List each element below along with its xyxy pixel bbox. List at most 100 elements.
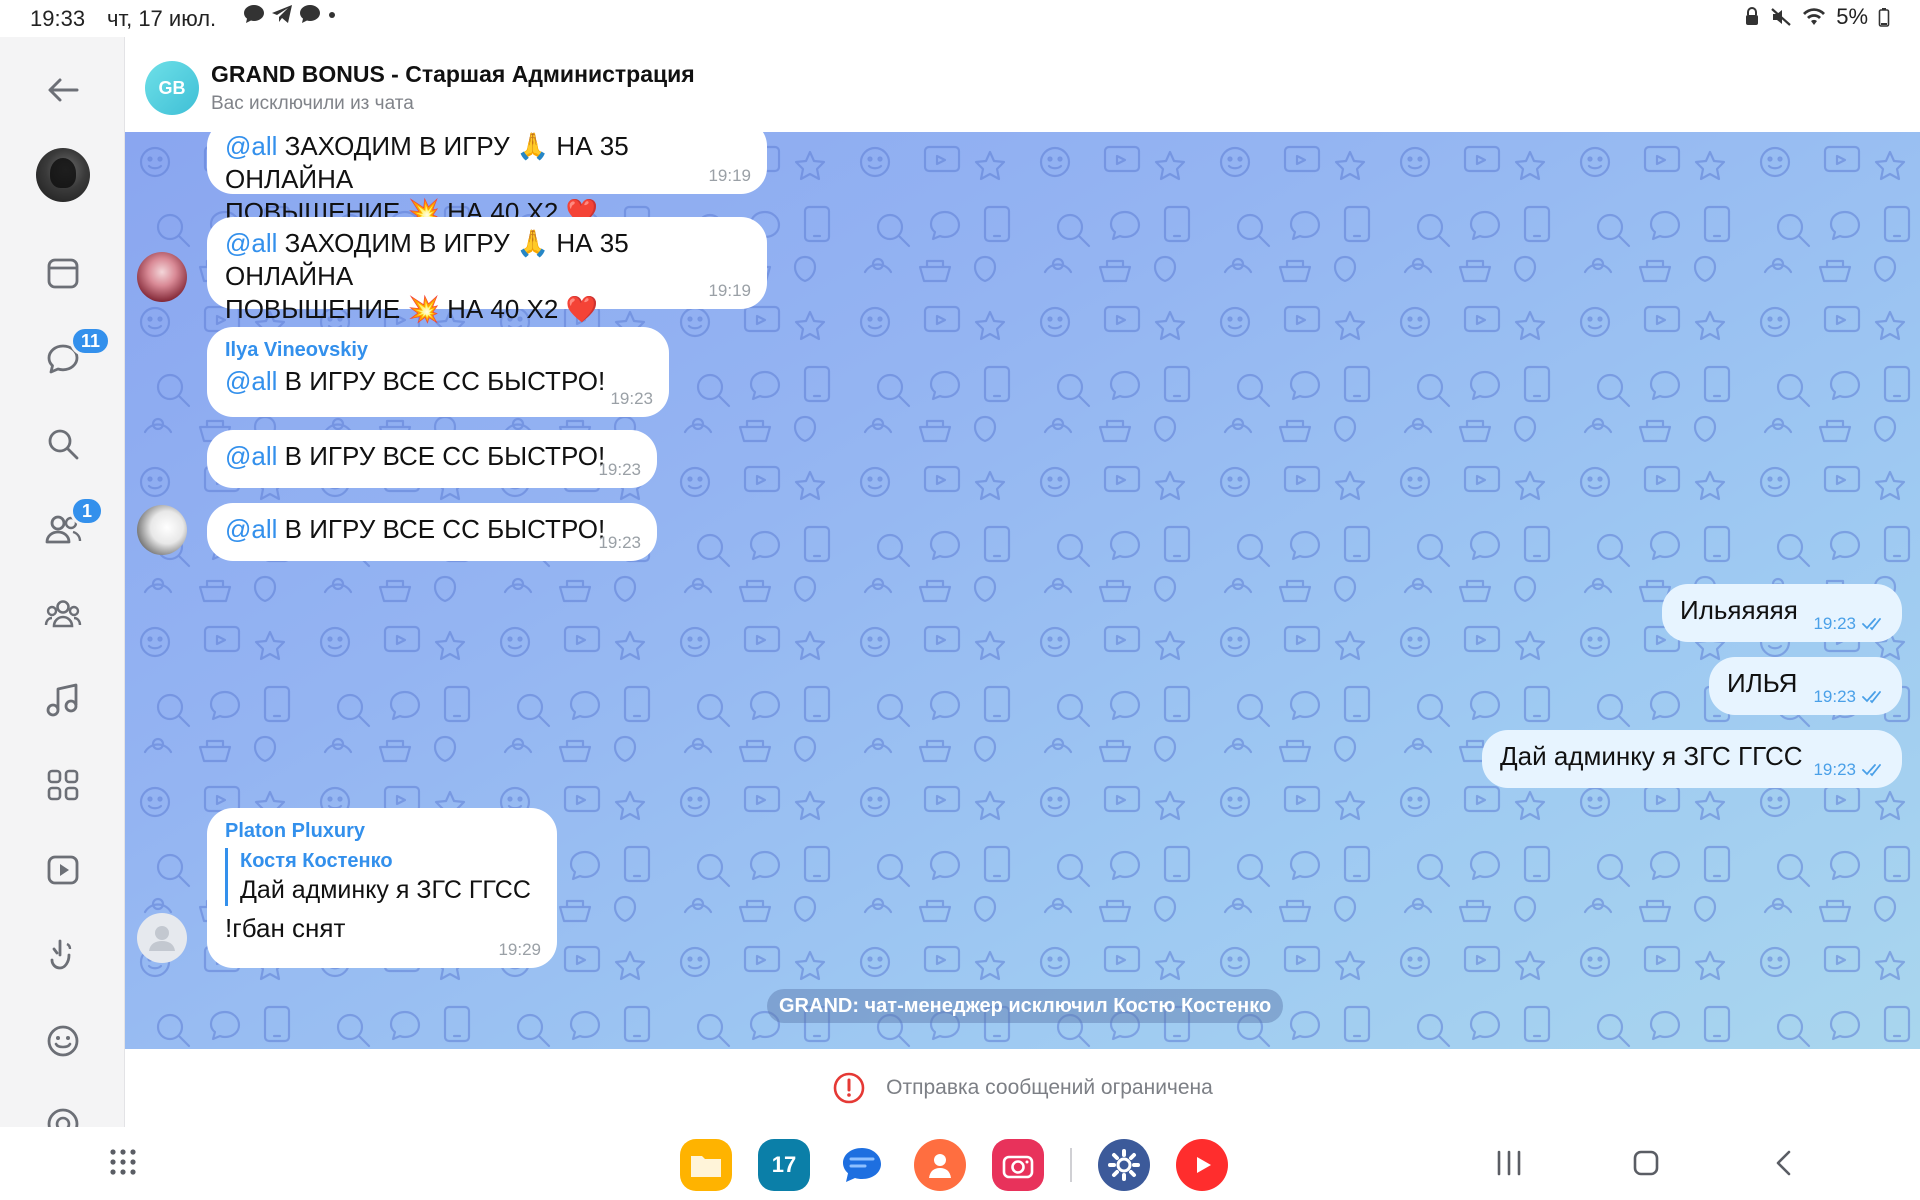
back-arrow-icon bbox=[48, 78, 79, 102]
message-time: 19:23 bbox=[598, 460, 641, 479]
message-time: 19:19 bbox=[708, 166, 751, 185]
message-time: 19:23 bbox=[610, 389, 653, 408]
double-check-icon bbox=[1862, 764, 1881, 777]
message-bubble[interactable]: @all В ИГРУ ВСЕ СС БЫСТРО! 19:23 bbox=[207, 430, 657, 488]
rail-search-button[interactable] bbox=[36, 417, 90, 471]
mention-link[interactable]: @all bbox=[225, 228, 277, 258]
sender-avatar[interactable] bbox=[137, 252, 187, 302]
groups-icon bbox=[44, 600, 82, 628]
emoji-icon bbox=[47, 1025, 79, 1057]
mention-link[interactable]: @all bbox=[225, 132, 277, 161]
message-time: 19:23 bbox=[1813, 614, 1856, 633]
rail-apps-button[interactable] bbox=[36, 758, 90, 812]
lock-icon bbox=[1746, 7, 1759, 25]
message-list[interactable]: @all ЗАХОДИМ В ИГРУ 🙏 НА 35 ОНЛАЙНА ПОВЫ… bbox=[125, 132, 1920, 1049]
chat-subtitle: Вас исключили из чата bbox=[211, 93, 414, 114]
navigation-rail: 11 1 bbox=[0, 37, 125, 1140]
message-bubble-outgoing[interactable]: ИЛЬЯ 19:23 bbox=[1709, 657, 1902, 715]
search-icon bbox=[48, 429, 79, 460]
reply-text: Дай админку я ЗГС ГГСС bbox=[240, 876, 531, 904]
files-app-icon[interactable] bbox=[680, 1139, 732, 1191]
message-text: !гбан снят bbox=[225, 913, 346, 943]
message-text: @all ЗАХОДИМ В ИГРУ 🙏 НА 35 ОНЛАЙНА bbox=[225, 228, 629, 291]
saved-messages-icon bbox=[47, 258, 79, 289]
sender-name[interactable]: Platon Pluxury bbox=[225, 818, 539, 844]
message-bubble-outgoing[interactable]: Дай админку я ЗГС ГГСС 19:23 bbox=[1482, 730, 1902, 788]
contacts-badge: 1 bbox=[70, 496, 104, 526]
recents-button[interactable] bbox=[1494, 1149, 1524, 1177]
mention-link[interactable]: @all bbox=[225, 441, 277, 471]
mention-link[interactable]: @all bbox=[225, 514, 277, 544]
message-bubble[interactable]: @all В ИГРУ ВСЕ СС БЫСТРО! 19:23 bbox=[207, 503, 657, 561]
rail-video-button[interactable] bbox=[36, 843, 90, 897]
battery-percent: 5% bbox=[1836, 4, 1868, 29]
message-time: 19:29 bbox=[498, 940, 541, 959]
rail-groups-button[interactable] bbox=[36, 587, 90, 641]
rail-music-button[interactable] bbox=[36, 673, 90, 727]
message-text: @all В ИГРУ ВСЕ СС БЫСТРО! bbox=[225, 514, 606, 544]
app-drawer-icon[interactable] bbox=[108, 1147, 138, 1177]
rail-emoji-button[interactable] bbox=[36, 1014, 90, 1068]
message-text: @all В ИГРУ ВСЕ СС БЫСТРО! bbox=[225, 441, 606, 471]
message-status: 19:23 bbox=[1813, 760, 1884, 780]
profile-avatar[interactable] bbox=[36, 148, 90, 202]
dock-separator bbox=[1070, 1148, 1072, 1182]
message-bubble-icon bbox=[300, 5, 320, 23]
chat-header[interactable]: GB GRAND BONUS - Старшая Администрация В… bbox=[125, 37, 1920, 132]
mention-link[interactable]: @all bbox=[225, 366, 277, 396]
back-nav-button[interactable] bbox=[1770, 1149, 1800, 1177]
settings-app-icon[interactable] bbox=[1098, 1139, 1150, 1191]
message-status: 19:23 bbox=[1813, 614, 1884, 634]
restricted-text: Отправка сообщений ограничена bbox=[886, 1076, 1213, 1099]
rail-touch-button[interactable] bbox=[36, 928, 90, 982]
message-text: @all ЗАХОДИМ В ИГРУ 🙏 НА 35 ОНЛАЙНА bbox=[225, 132, 629, 194]
message-bubble-outgoing[interactable]: Ильяяяяя 19:23 bbox=[1662, 584, 1902, 642]
double-check-icon bbox=[1862, 618, 1881, 631]
apps-icon bbox=[47, 769, 79, 801]
sender-name[interactable]: Ilya Vineovskiy bbox=[225, 337, 651, 363]
sender-avatar[interactable] bbox=[137, 913, 187, 963]
message-bubble[interactable]: @all ЗАХОДИМ В ИГРУ 🙏 НА 35 ОНЛАЙНА ПОВЫ… bbox=[207, 217, 767, 324]
message-time: 19:19 bbox=[708, 281, 751, 300]
youtube-app-icon[interactable] bbox=[1176, 1139, 1228, 1191]
warning-icon bbox=[833, 1072, 865, 1104]
composer-restricted-bar: Отправка сообщений ограничена bbox=[125, 1049, 1920, 1127]
touch-icon bbox=[50, 939, 72, 970]
battery-icon bbox=[1878, 8, 1890, 27]
calendar-day: 17 bbox=[771, 1152, 797, 1177]
telegram-icon bbox=[272, 5, 292, 23]
message-bubble[interactable]: @all ЗАХОДИМ В ИГРУ 🙏 НА 35 ОНЛАЙНА ПОВЫ… bbox=[207, 132, 767, 227]
rail-contacts-button[interactable]: 1 bbox=[36, 496, 104, 556]
home-button[interactable] bbox=[1631, 1149, 1661, 1177]
reply-quote[interactable]: Костя Костенко Дай админку я ЗГС ГГСС bbox=[225, 848, 539, 906]
service-message: GRAND: чат-менеджер исключил Костю Косте… bbox=[767, 989, 1284, 1023]
more-dot-icon bbox=[329, 12, 335, 18]
message-bubble[interactable]: Ilya Vineovskiy @all В ИГРУ ВСЕ СС БЫСТР… bbox=[207, 327, 669, 417]
contacts-app-icon[interactable] bbox=[914, 1139, 966, 1191]
message-text-line: ПОВЫШЕНИЕ 💥 НА 40 Х2 ❤️ bbox=[225, 294, 598, 324]
message-bubble[interactable]: Platon Pluxury Костя Костенко Дай админк… bbox=[207, 808, 557, 968]
status-bar: 19:33 чт, 17 июл. 5% bbox=[0, 0, 1920, 37]
message-text: @all В ИГРУ ВСЕ СС БЫСТРО! bbox=[225, 366, 606, 396]
status-time: 19:33 bbox=[30, 6, 86, 31]
group-avatar[interactable]: GB bbox=[145, 61, 199, 115]
message-time: 19:23 bbox=[1813, 760, 1856, 779]
rail-saved-button[interactable] bbox=[36, 246, 90, 300]
system-status-icons: 5% bbox=[1744, 4, 1890, 30]
messages-app-icon[interactable] bbox=[836, 1139, 888, 1191]
app-dock: 17 bbox=[680, 1139, 1228, 1191]
back-button[interactable] bbox=[36, 63, 90, 117]
message-bubble-icon bbox=[244, 5, 264, 23]
double-check-icon bbox=[1862, 691, 1881, 704]
camera-app-icon[interactable] bbox=[992, 1139, 1044, 1191]
reply-author: Костя Костенко bbox=[240, 850, 393, 872]
rail-chats-button[interactable]: 11 bbox=[36, 326, 112, 386]
user-placeholder-icon bbox=[149, 926, 175, 951]
system-navigation-bar: 17 bbox=[0, 1127, 1920, 1200]
notification-icons bbox=[243, 4, 337, 24]
wifi-icon bbox=[1803, 8, 1826, 25]
sender-avatar[interactable] bbox=[137, 505, 187, 555]
calendar-app-icon[interactable]: 17 bbox=[758, 1139, 810, 1191]
chats-unread-badge: 11 bbox=[70, 326, 112, 356]
message-time: 19:23 bbox=[598, 533, 641, 552]
